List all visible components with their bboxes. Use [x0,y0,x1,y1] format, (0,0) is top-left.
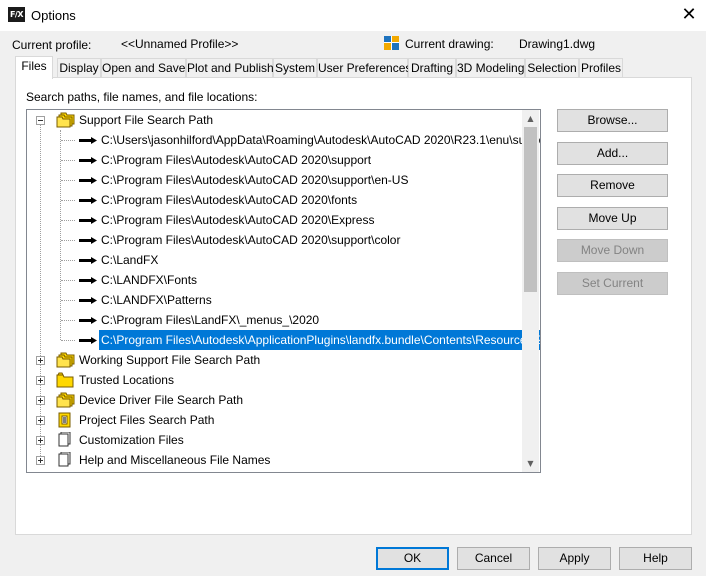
title-bar: F/X Options ✕ [0,0,706,31]
tree-node-label: Working Support File Search Path [79,353,261,367]
tree-node-label: Support File Search Path [79,113,214,127]
help-button[interactable]: Help [619,547,692,570]
folder-icon [56,372,74,388]
path-label: C:\Program Files\Autodesk\AutoCAD 2020\f… [101,193,358,207]
project-files-icon [58,412,71,428]
path-arrow-icon [79,257,97,264]
expand-toggle-icon[interactable] [36,436,45,445]
path-arrow-icon [79,317,97,324]
path-arrow-icon [79,137,97,144]
scroll-up-arrow-icon[interactable]: ▲ [522,110,539,127]
current-drawing-value: Drawing1.dwg [519,37,596,51]
tree-node-label: Project Files Search Path [79,413,215,427]
move-down-button[interactable]: Move Down [557,239,668,262]
landfx-app-icon: F/X [8,7,25,22]
tab-selection[interactable]: Selection [525,58,579,78]
path-label: C:\Program Files\LandFX\_menus_\2020 [101,313,320,327]
path-label: C:\Users\jasonhilford\AppData\Roaming\Au… [101,133,541,147]
tree-node-label: Device Driver File Search Path [79,393,244,407]
path-arrow-icon [79,197,97,204]
window-title: Options [31,8,76,23]
expand-toggle-icon[interactable] [36,376,45,385]
path-label: C:\Program Files\Autodesk\AutoCAD 2020\s… [101,233,401,247]
tree-node-label: Trusted Locations [79,373,174,387]
tree-child-connector [60,130,61,340]
remove-button[interactable]: Remove [557,174,668,197]
tree-vertical-scrollbar[interactable]: ▲ ▼ [522,110,539,472]
tab-3d-modeling[interactable]: 3D Modeling [456,58,525,78]
scroll-down-arrow-icon[interactable]: ▼ [522,455,539,472]
path-label: C:\Program Files\Autodesk\ApplicationPlu… [99,330,540,350]
path-label: C:\Program Files\Autodesk\AutoCAD 2020\E… [101,213,375,227]
file-locations-tree[interactable]: Support File Search Path C:\Users\jasonh… [26,109,541,473]
tab-user-preferences[interactable]: User Preferences [317,58,411,78]
ok-button[interactable]: OK [376,547,449,570]
expand-toggle-icon[interactable] [36,416,45,425]
document-stack-icon [58,432,71,447]
path-label: C:\LandFX [101,253,159,267]
tab-files[interactable]: Files [15,56,53,79]
apply-button[interactable]: Apply [538,547,611,570]
collapse-toggle-icon[interactable] [36,116,45,125]
cancel-button[interactable]: Cancel [457,547,530,570]
add-button[interactable]: Add... [557,142,668,165]
path-label: C:\Program Files\Autodesk\AutoCAD 2020\s… [101,173,409,187]
path-label: C:\LANDFX\Patterns [101,293,212,307]
path-arrow-icon [79,237,97,244]
browse-button[interactable]: Browse... [557,109,668,132]
path-label: C:\Program Files\Autodesk\AutoCAD 2020\s… [101,153,372,167]
search-paths-label: Search paths, file names, and file locat… [26,90,258,104]
expand-toggle-icon[interactable] [36,396,45,405]
close-icon[interactable]: ✕ [672,0,706,31]
current-profile-value: <<Unnamed Profile>> [121,37,239,51]
tab-open-and-save[interactable]: Open and Save [101,58,186,78]
document-stack-icon [58,452,71,467]
tab-display[interactable]: Display [57,58,101,78]
path-arrow-icon [79,337,97,344]
folder-stack-icon [56,392,75,408]
folder-stack-icon [56,112,75,128]
tab-system[interactable]: System [273,58,317,78]
current-drawing-label: Current drawing: [405,37,494,51]
path-arrow-icon [79,297,97,304]
drawing-icon [384,36,399,50]
path-arrow-icon [79,277,97,284]
tree-node-label: Help and Miscellaneous File Names [79,453,271,467]
path-arrow-icon [79,217,97,224]
path-arrow-icon [79,177,97,184]
expand-toggle-icon[interactable] [36,356,45,365]
tree-node-label: Customization Files [79,433,184,447]
move-up-button[interactable]: Move Up [557,207,668,230]
tab-plot-and-publish[interactable]: Plot and Publish [186,58,274,78]
tab-profiles[interactable]: Profiles [579,58,623,78]
path-arrow-icon [79,157,97,164]
tab-drafting[interactable]: Drafting [408,58,456,78]
folder-stack-icon [56,352,75,368]
set-current-button[interactable]: Set Current [557,272,668,295]
expand-toggle-icon[interactable] [36,456,45,465]
path-label: C:\LANDFX\Fonts [101,273,198,287]
current-profile-label: Current profile: [12,38,92,52]
scroll-thumb[interactable] [524,127,537,292]
tree-root-connector [40,122,41,456]
